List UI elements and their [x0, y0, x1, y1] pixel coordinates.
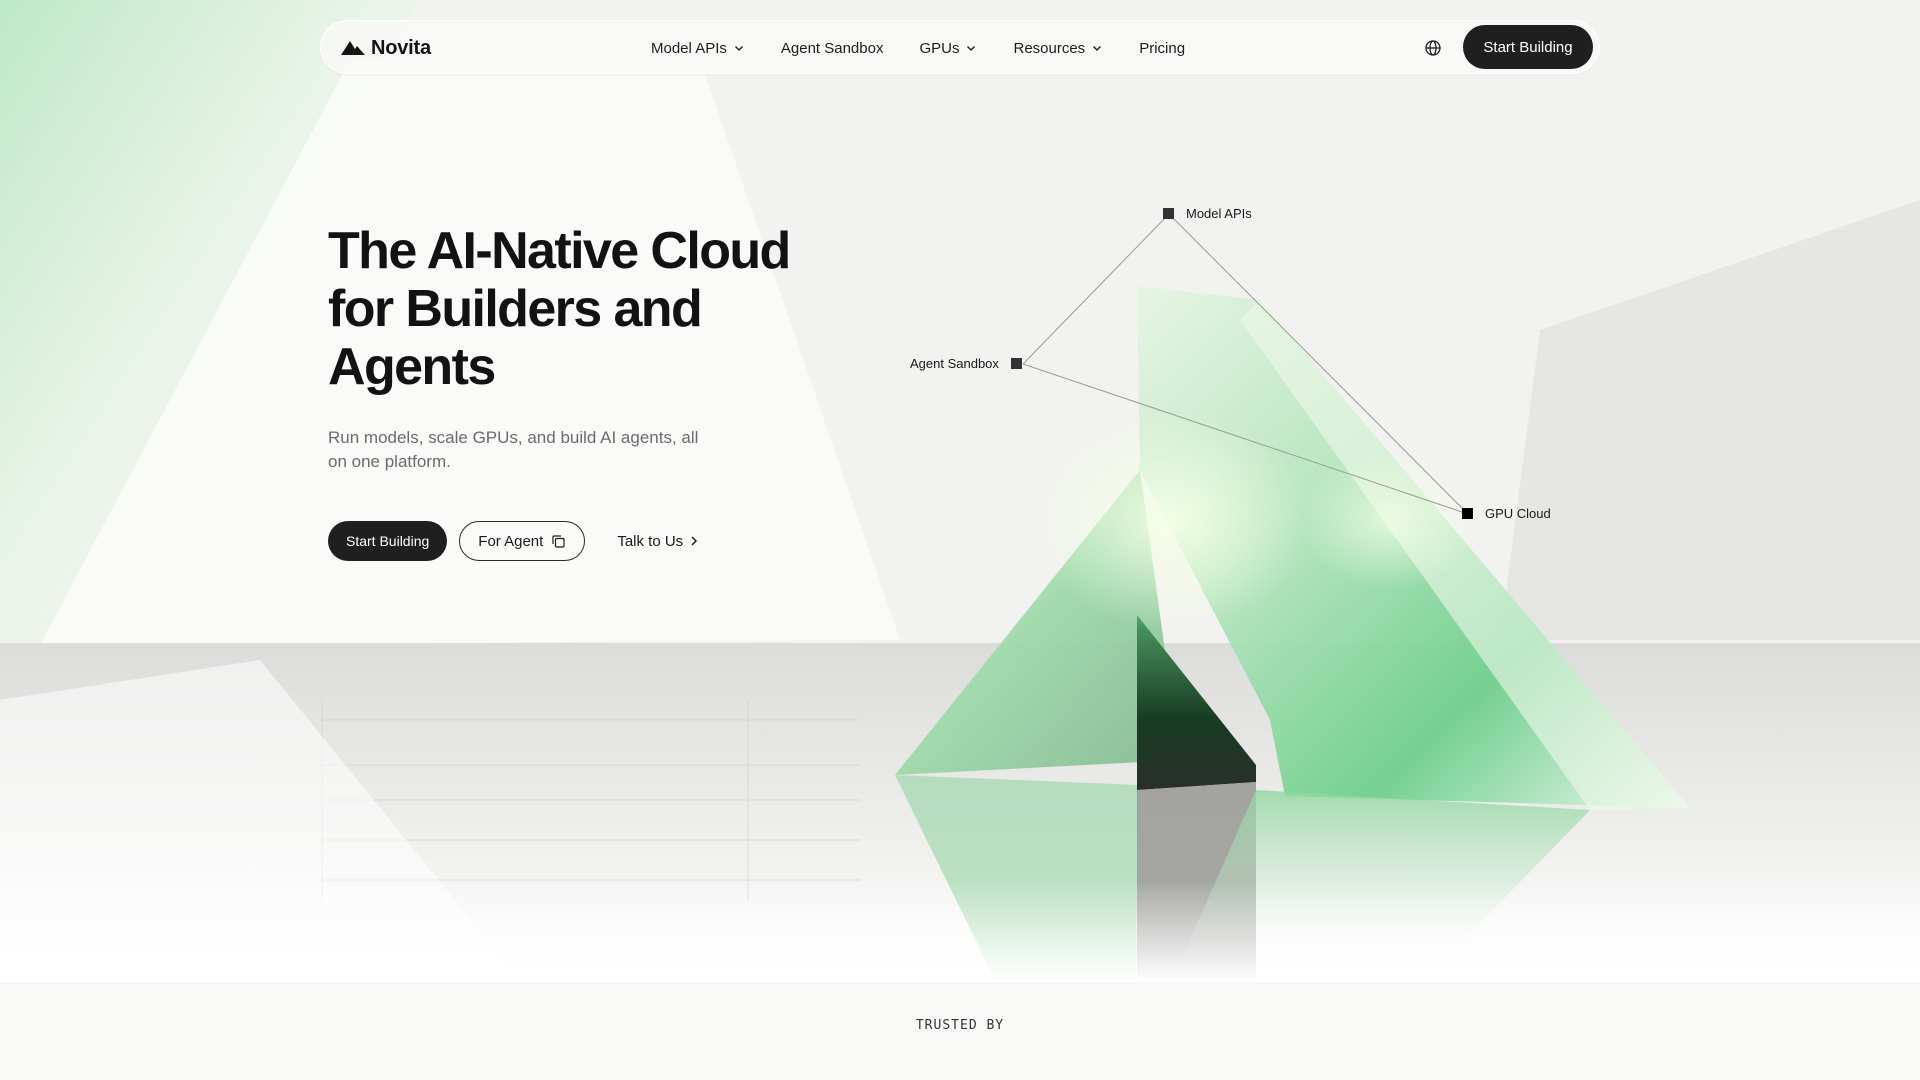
hero-subtitle-line: Run models, scale GPUs, and build AI age… — [328, 428, 699, 447]
nav-item-label: Pricing — [1139, 39, 1186, 57]
hero-subtitle-line: on one platform. — [328, 452, 451, 471]
node-label: GPU Cloud — [1485, 506, 1551, 521]
chevron-right-icon — [691, 536, 698, 546]
nav-item-label: Model APIs — [651, 39, 727, 57]
trusted-by-section: TRUSTED BY — [0, 982, 1920, 1080]
chevron-down-icon — [1093, 46, 1102, 51]
talk-to-us-label: Talk to Us — [617, 532, 684, 550]
node-marker — [1163, 208, 1174, 219]
hero-cta-row: Start Building For Agent Talk to Us — [328, 521, 699, 561]
nav-item-pricing[interactable]: Pricing — [1139, 40, 1185, 57]
nav-item-agent-sandbox[interactable]: Agent Sandbox — [781, 40, 884, 57]
node-marker — [1010, 358, 1022, 369]
chevron-down-icon — [967, 46, 976, 51]
background-art — [0, 0, 1920, 1080]
brand-logo[interactable]: Novita — [341, 21, 431, 75]
diagram-node-model-apis: Model APIs — [1163, 206, 1252, 221]
top-navbar: Novita Model APIs Agent Sandbox GPUs Res… — [320, 20, 1600, 74]
nav-item-label: Agent Sandbox — [780, 39, 884, 57]
nav-item-label: Resources — [1013, 39, 1086, 57]
diagram-node-agent-sandbox: Agent Sandbox — [910, 356, 1022, 371]
hero-title-line: The AI-Native Cloud — [328, 222, 791, 280]
nav-links: Model APIs Agent Sandbox GPUs Resources … — [651, 21, 1221, 75]
hero-subtitle: Run models, scale GPUs, and build AI age… — [328, 426, 718, 474]
for-agent-label: For Agent — [478, 532, 544, 550]
nav-item-label: GPUs — [919, 39, 960, 57]
nav-item-gpus[interactable]: GPUs — [919, 40, 977, 57]
chevron-down-icon — [734, 46, 743, 51]
start-building-button[interactable]: Start Building — [328, 521, 448, 561]
copy-icon — [552, 534, 565, 548]
nav-start-building-button[interactable]: Start Building — [1463, 25, 1593, 69]
nav-item-model-apis[interactable]: Model APIs — [651, 40, 745, 57]
for-agent-button[interactable]: For Agent — [459, 521, 586, 561]
trusted-by-label: TRUSTED BY — [915, 1018, 1005, 1033]
hero-title: The AI-Native Cloud for Builders and Age… — [328, 222, 848, 396]
node-marker — [1462, 508, 1473, 519]
hero-section: The AI-Native Cloud for Builders and Age… — [328, 222, 848, 561]
hero-title-line: for Builders and — [328, 280, 703, 338]
node-label: Model APIs — [1186, 206, 1252, 221]
globe-icon[interactable] — [1423, 38, 1443, 58]
brand-name: Novita — [371, 36, 431, 59]
nav-item-resources[interactable]: Resources — [1013, 40, 1103, 57]
hero-background — [0, 0, 1920, 1080]
talk-to-us-link[interactable]: Talk to Us — [617, 533, 699, 550]
hero-title-line: Agents — [328, 338, 496, 396]
node-label: Agent Sandbox — [910, 356, 999, 371]
novita-logo-icon — [341, 41, 365, 55]
diagram-node-gpu-cloud: GPU Cloud — [1462, 506, 1551, 521]
